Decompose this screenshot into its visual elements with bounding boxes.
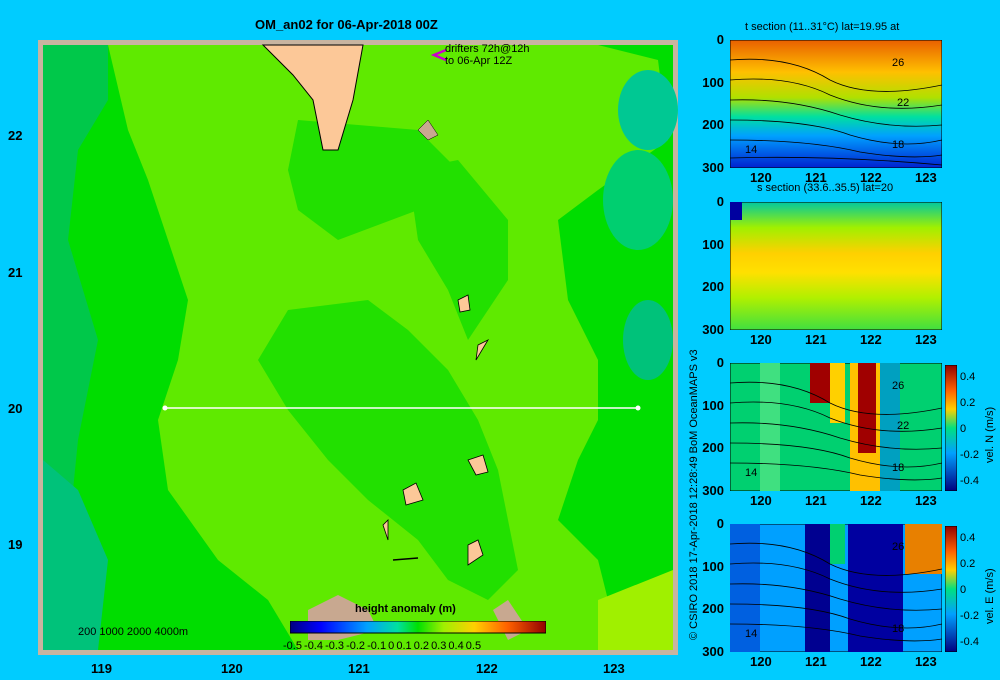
panel-lon-tick: 123 bbox=[915, 332, 937, 347]
contour-label: 26 bbox=[892, 57, 904, 69]
velE-colorbar bbox=[945, 526, 957, 652]
depth-tick: 100 bbox=[702, 74, 724, 90]
lon-tick: 120 bbox=[221, 661, 243, 676]
velocity-cbar-label: vel. E (m/s) bbox=[984, 568, 996, 624]
side-caption: © CSIRO 2018 17-Apr-2018 12:28:49 BoM Oc… bbox=[688, 349, 700, 640]
contour-label: 14 bbox=[745, 467, 757, 479]
depth-tick: 300 bbox=[702, 322, 724, 337]
depth-tick: 200 bbox=[702, 279, 724, 295]
panel-lon-tick: 123 bbox=[915, 170, 937, 185]
cb-tick: 0 bbox=[388, 640, 395, 652]
panel-lon-tick: 121 bbox=[805, 170, 827, 185]
panel-lon-tick: 122 bbox=[860, 493, 882, 508]
drifters-label-line1: drifters 72h@12h bbox=[445, 43, 530, 55]
colorbar-ticks: -0.5 -0.4 -0.3 -0.2 -0.1 0 0.1 0.2 0.3 0… bbox=[283, 640, 481, 652]
cb-tick: 0.5 bbox=[465, 640, 482, 652]
velocity-cbar-label: vel. N (m/s) bbox=[984, 406, 996, 463]
panel-lon-tick: 120 bbox=[750, 654, 772, 669]
velocity-cbar-tick: 0 bbox=[960, 584, 967, 596]
colorbar-label: height anomaly (m) bbox=[355, 603, 456, 615]
panel-lon-tick: 123 bbox=[915, 654, 937, 669]
contour-label: 22 bbox=[897, 420, 909, 432]
temperature-section[interactable]: 26 22 18 14 bbox=[730, 40, 942, 168]
depth-tick: 100 bbox=[702, 397, 724, 413]
depth-tick: 200 bbox=[702, 117, 724, 133]
panel-lon-tick: 121 bbox=[805, 332, 827, 347]
panel-lon-tick: 122 bbox=[860, 170, 882, 185]
lat-tick: 22 bbox=[8, 128, 23, 143]
salinity-section[interactable] bbox=[730, 202, 942, 330]
panel-lon-tick: 121 bbox=[805, 654, 827, 669]
depth-tick: 0 bbox=[716, 32, 724, 47]
velocity-cbar-tick: -0.2 bbox=[960, 449, 979, 461]
lat-tick: 21 bbox=[8, 265, 23, 280]
depth-tick: 200 bbox=[702, 601, 724, 617]
panel-lon-tick: 122 bbox=[860, 332, 882, 347]
velocity-cbar-tick: 0.4 bbox=[960, 371, 976, 383]
depth-tick: 100 bbox=[702, 558, 724, 574]
cb-tick: -0.2 bbox=[346, 640, 366, 652]
lat-tick: 20 bbox=[8, 401, 23, 416]
velocity-cbar-tick: 0.2 bbox=[960, 558, 976, 570]
contour-label: 22 bbox=[897, 97, 909, 109]
depth-tick: 0 bbox=[716, 355, 724, 370]
panel-lon-tick: 122 bbox=[860, 654, 882, 669]
cb-tick: 0.4 bbox=[448, 640, 464, 652]
contour-label: 18 bbox=[892, 623, 904, 635]
depth-tick: 0 bbox=[716, 516, 724, 531]
cb-tick: -0.5 bbox=[283, 640, 302, 652]
depth-tick: 300 bbox=[702, 483, 724, 498]
contour-label: 26 bbox=[892, 380, 904, 392]
velocity-cbar-tick: 0 bbox=[960, 423, 967, 435]
velocity-cbar-tick: 0.4 bbox=[960, 532, 976, 544]
velocity-cbar-tick: -0.4 bbox=[960, 475, 979, 487]
contour-label: 14 bbox=[745, 628, 757, 640]
contour-label: 26 bbox=[892, 541, 904, 553]
velocity-cbar-tick: -0.2 bbox=[960, 610, 979, 622]
height-colorbar bbox=[290, 621, 546, 634]
cb-tick: -0.4 bbox=[304, 640, 323, 652]
velocity-east-section[interactable]: 26 18 14 bbox=[730, 524, 942, 652]
lon-tick: 119 bbox=[91, 661, 112, 676]
height-anomaly-map[interactable] bbox=[38, 40, 678, 655]
panel-lon-tick: 120 bbox=[750, 332, 772, 347]
panel-lon-tick: 123 bbox=[915, 493, 937, 508]
contour-label: 18 bbox=[892, 462, 904, 474]
velocity-cbar-tick: 0.2 bbox=[960, 397, 976, 409]
contour-label: 14 bbox=[745, 144, 757, 156]
velN-colorbar bbox=[945, 365, 957, 491]
panel-lon-tick: 120 bbox=[750, 493, 772, 508]
velocity-cbar-tick: -0.4 bbox=[960, 636, 979, 648]
cb-tick: 0.3 bbox=[431, 640, 447, 652]
cb-tick: 0.1 bbox=[396, 640, 412, 652]
depth-tick: 0 bbox=[716, 194, 724, 209]
panel-lon-tick: 120 bbox=[750, 170, 772, 185]
depth-legend: 200 1000 2000 4000m bbox=[78, 626, 189, 638]
cb-tick: -0.1 bbox=[367, 640, 387, 652]
depth-tick: 200 bbox=[702, 440, 724, 456]
map-title: OM_an02 for 06-Apr-2018 00Z bbox=[255, 17, 438, 32]
lon-tick: 122 bbox=[476, 661, 498, 676]
panel-title: t section (11..31°C) lat=19.95 at bbox=[745, 21, 900, 33]
cb-tick: -0.3 bbox=[325, 640, 345, 652]
panel-lon-tick: 121 bbox=[805, 493, 827, 508]
cb-tick: 0.2 bbox=[413, 640, 429, 652]
depth-tick: 300 bbox=[702, 160, 724, 175]
lon-tick: 121 bbox=[348, 661, 370, 676]
velocity-north-section[interactable]: 26 22 18 14 bbox=[730, 363, 942, 491]
depth-tick: 100 bbox=[702, 236, 724, 252]
lon-tick: 123 bbox=[603, 661, 625, 676]
contour-label: 18 bbox=[892, 139, 904, 151]
lat-tick: 19 bbox=[8, 537, 23, 552]
depth-tick: 300 bbox=[702, 644, 724, 659]
drifters-label-line2: to 06-Apr 12Z bbox=[445, 55, 513, 67]
